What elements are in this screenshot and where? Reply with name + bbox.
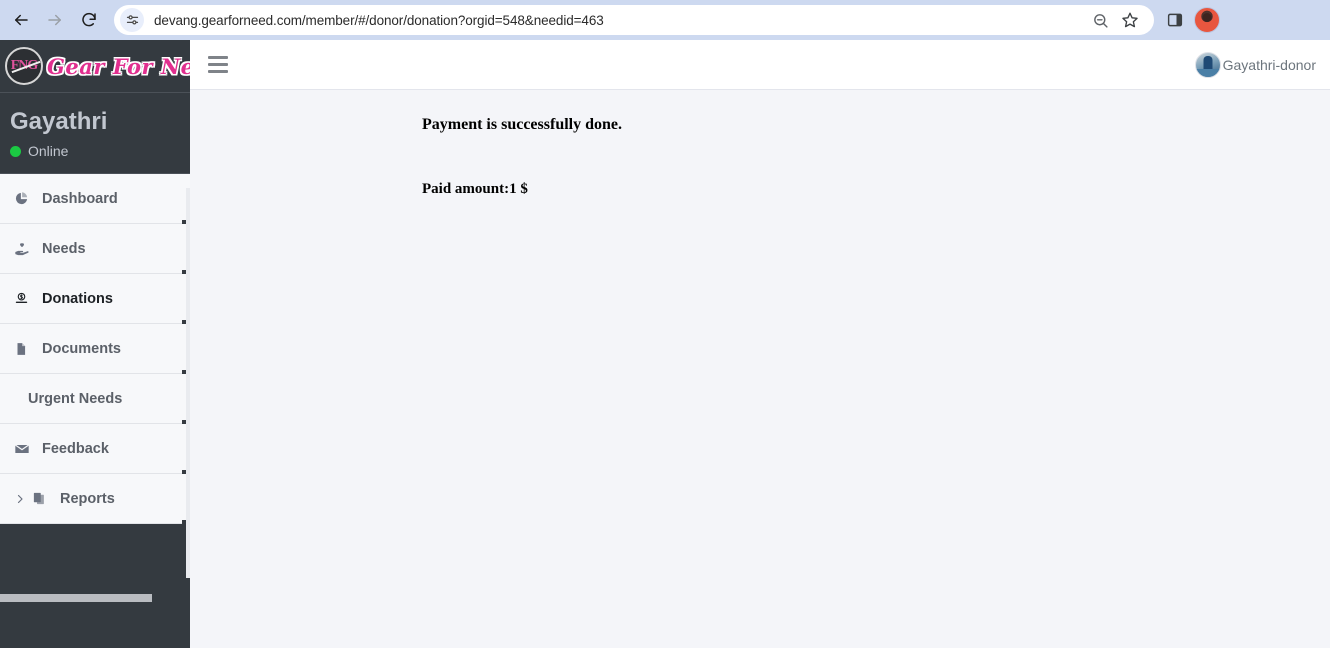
address-bar[interactable]: devang.gearforneed.com/member/#/donor/do… (114, 5, 1154, 35)
app-page: FNG Gear For Need Gayathri Online Das (0, 40, 1330, 648)
hamburger-line (208, 63, 228, 66)
sidebar-item-label: Urgent Needs (28, 390, 123, 407)
sidebar-item-label: Reports (60, 490, 115, 507)
sidebar-menu: Dashboard Needs Donations Documents Urge… (0, 174, 190, 528)
hamburger-line (208, 70, 228, 73)
sidebar-item-label: Feedback (42, 440, 109, 457)
brand-logo[interactable]: FNG Gear For Need (0, 40, 190, 93)
top-navbar: Gayathri-donor (190, 40, 1330, 90)
back-button[interactable] (4, 3, 38, 37)
donate-icon (14, 291, 34, 306)
hamburger-icon[interactable] (208, 54, 230, 76)
paid-amount-text: Paid amount:1 $ (422, 181, 528, 197)
sidebar-user-status-label: Online (28, 143, 69, 160)
brand-badge-icon: FNG (5, 47, 43, 85)
arrow-left-icon (15, 14, 28, 26)
bookmark-button[interactable] (1116, 6, 1144, 34)
sidebar-user-panel: Gayathri Online (0, 93, 190, 175)
sidebar-user-name: Gayathri (10, 108, 108, 135)
account-menu[interactable]: Gayathri-donor (1194, 51, 1316, 78)
browser-toolbar: devang.gearforneed.com/member/#/donor/do… (0, 0, 1330, 40)
side-panel-button[interactable] (1160, 5, 1190, 35)
sidebar-item-label: Dashboard (42, 190, 118, 207)
zoom-out-icon (1093, 13, 1108, 28)
arrow-right-icon (48, 14, 61, 26)
omnibox-actions (1086, 6, 1144, 34)
sidebar-horizontal-scrollbar[interactable] (0, 594, 152, 602)
sidebar-item-donations[interactable]: Donations (0, 274, 190, 328)
sidebar: FNG Gear For Need Gayathri Online Das (0, 40, 190, 648)
envelope-icon (14, 441, 34, 457)
sidebar-item-reports[interactable]: Reports (0, 474, 190, 528)
sidebar-item-needs[interactable]: Needs (0, 224, 190, 278)
browser-nav-buttons (0, 3, 106, 37)
sidebar-item-urgent-needs[interactable]: Urgent Needs (0, 374, 190, 428)
brand-title: Gear For Need (47, 53, 190, 79)
sidebar-item-feedback[interactable]: Feedback (0, 424, 190, 478)
sidebar-item-label: Needs (42, 240, 86, 257)
reload-button[interactable] (72, 3, 106, 37)
chevron-right-icon (14, 493, 26, 505)
browser-right-controls (1160, 5, 1230, 35)
browser-profile-avatar[interactable] (1194, 7, 1220, 33)
hamburger-line (208, 56, 228, 59)
online-status-dot-icon (10, 145, 21, 157)
pie-chart-icon (14, 191, 34, 206)
url-text: devang.gearforneed.com/member/#/donor/do… (154, 12, 604, 28)
file-icon (14, 341, 34, 357)
hand-heart-icon (14, 241, 34, 257)
payment-result-panel: Payment is successfully done. Paid amoun… (190, 90, 1330, 198)
payment-success-message: Payment is successfully done. (422, 116, 622, 133)
forward-button[interactable] (38, 3, 72, 37)
zoom-out-button[interactable] (1086, 6, 1114, 34)
sidebar-item-dashboard[interactable]: Dashboard (0, 174, 190, 228)
sidebar-item-label: Documents (42, 340, 121, 357)
sidebar-item-label: Donations (42, 290, 113, 307)
account-name-label: Gayathri-donor (1222, 56, 1316, 73)
site-settings-icon[interactable] (120, 8, 144, 32)
tune-icon (126, 14, 138, 25)
copy-files-icon (32, 491, 52, 506)
reload-icon (82, 12, 96, 27)
sidebar-item-documents[interactable]: Documents (0, 324, 190, 378)
side-panel-icon (1167, 13, 1183, 27)
star-icon (1122, 12, 1138, 28)
sidebar-user-status: Online (10, 143, 190, 159)
user-avatar (1194, 51, 1221, 78)
main-content: Gayathri-donor Payment is successfully d… (190, 40, 1330, 648)
